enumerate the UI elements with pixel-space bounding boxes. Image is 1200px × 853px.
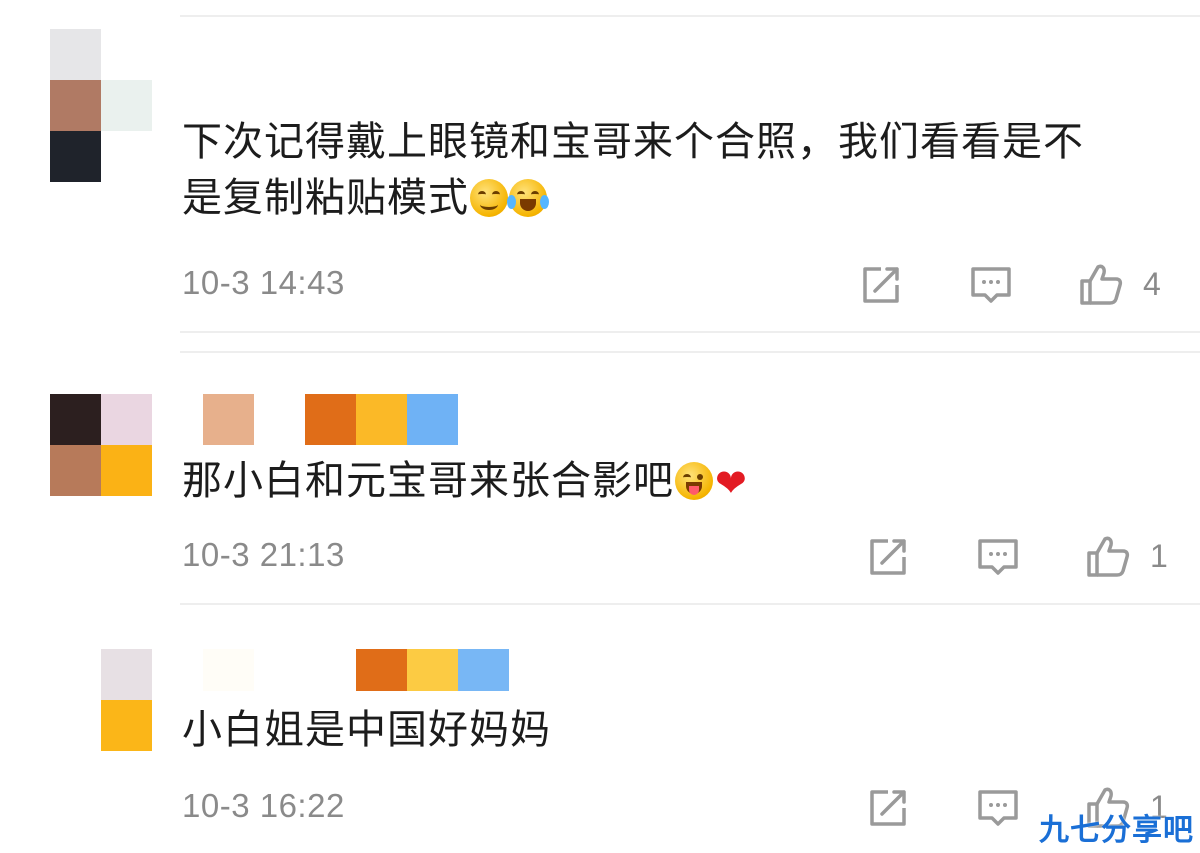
comment-divider <box>180 603 1200 605</box>
comment-text: 下次记得戴上眼镜和宝哥来个合照，我们看看是不 是复制粘贴模式 <box>182 119 1084 221</box>
avatar[interactable] <box>50 649 152 751</box>
comment-time: 10-3 14:43 <box>182 264 345 301</box>
watermark: 九七分享吧 <box>1039 813 1194 848</box>
tongue-wink-icon <box>675 462 713 500</box>
red-heart-icon: ❤ <box>715 461 748 505</box>
comment-divider <box>180 351 1200 353</box>
share-icon[interactable] <box>866 535 910 579</box>
like-count: 4 <box>1143 266 1161 302</box>
username[interactable] <box>203 649 509 691</box>
avatar[interactable] <box>50 394 152 496</box>
thumbs-up-icon[interactable] <box>1085 533 1131 579</box>
thumbs-up-icon[interactable] <box>1078 261 1124 307</box>
comment-time: 10-3 16:22 <box>182 787 345 824</box>
laugh-cry-icon <box>507 179 549 217</box>
share-icon[interactable] <box>859 263 903 307</box>
comment-divider <box>180 331 1200 333</box>
share-icon[interactable] <box>866 786 910 830</box>
comment-text: 小白姐是中国好妈妈 <box>182 707 551 753</box>
username[interactable] <box>203 394 459 445</box>
avatar[interactable] <box>50 29 152 182</box>
comment-icon[interactable] <box>976 535 1020 579</box>
grin-squint-icon <box>470 179 508 217</box>
like-count: 1 <box>1150 538 1168 574</box>
comment-time: 10-3 21:13 <box>182 536 345 573</box>
comment-icon[interactable] <box>969 263 1013 307</box>
comment-icon[interactable] <box>976 786 1020 830</box>
top-divider <box>180 15 1200 17</box>
comment-text: 那小白和元宝哥来张合影吧 ❤ <box>182 453 748 511</box>
